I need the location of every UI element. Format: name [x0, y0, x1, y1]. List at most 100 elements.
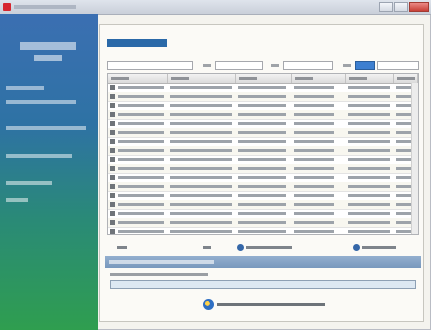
window-controls	[379, 2, 429, 12]
table-cell	[170, 185, 232, 188]
table-cell	[294, 104, 334, 107]
column-header-label	[295, 77, 313, 80]
table-cell	[118, 194, 164, 197]
page-indicator	[203, 241, 211, 253]
filter-field[interactable]	[283, 61, 333, 70]
table-cell	[294, 95, 334, 98]
table-cell	[118, 113, 164, 116]
table-cell	[348, 212, 390, 215]
table-cell	[294, 158, 334, 161]
sidebar-item[interactable]	[6, 154, 72, 158]
filter-label	[343, 64, 351, 67]
table-cell	[170, 176, 232, 179]
table-cell	[170, 203, 232, 206]
column-header[interactable]	[108, 74, 168, 83]
sidebar-item[interactable]	[6, 100, 76, 104]
column-header-label	[397, 77, 415, 80]
table-cell	[238, 185, 286, 188]
stage-title	[109, 260, 214, 264]
table-cell	[170, 158, 232, 161]
sidebar-item[interactable]	[6, 181, 52, 185]
table-cell	[238, 176, 286, 179]
table-cell	[294, 149, 334, 152]
close-button[interactable]	[409, 2, 429, 12]
row-marker-icon	[110, 211, 115, 216]
table-cell	[170, 113, 232, 116]
column-header[interactable]	[236, 74, 292, 83]
table-cell	[238, 221, 286, 224]
prev-page-button[interactable]	[117, 241, 127, 253]
row-marker-icon	[110, 121, 115, 126]
table-cell	[294, 131, 334, 134]
table-cell	[294, 230, 334, 233]
table-cell	[294, 185, 334, 188]
stage-header	[105, 256, 421, 268]
table-cell	[118, 212, 164, 215]
sidebar-item[interactable]	[6, 198, 28, 202]
column-header[interactable]	[394, 74, 418, 83]
table-cell	[118, 203, 164, 206]
sidebar-item[interactable]	[6, 86, 44, 90]
filter-field-active[interactable]	[355, 61, 375, 70]
filter-row	[107, 61, 419, 70]
table-cell	[238, 149, 286, 152]
table-cell	[238, 95, 286, 98]
row-marker-icon	[110, 112, 115, 117]
filter-field[interactable]	[215, 61, 263, 70]
table-cell	[118, 149, 164, 152]
row-marker-icon	[110, 94, 115, 99]
table-cell	[348, 167, 390, 170]
table-cell	[294, 86, 334, 89]
select-none-button[interactable]	[353, 241, 396, 253]
table-cell	[238, 131, 286, 134]
minimize-button[interactable]	[379, 2, 393, 12]
row-marker-icon	[110, 175, 115, 180]
column-header-label	[171, 77, 189, 80]
table-cell	[118, 86, 164, 89]
table-cell	[348, 104, 390, 107]
title-bar[interactable]	[0, 0, 431, 15]
start-button[interactable]	[203, 298, 333, 311]
check-circle-icon	[237, 243, 244, 251]
row-marker-icon	[110, 184, 115, 189]
table-cell	[170, 221, 232, 224]
sidebar	[0, 14, 98, 330]
table-cell	[294, 212, 334, 215]
row-marker-icon	[110, 193, 115, 198]
table-row[interactable]	[108, 227, 418, 234]
sidebar-item[interactable]	[6, 126, 86, 130]
filter-field[interactable]	[377, 61, 419, 70]
column-header[interactable]	[292, 74, 346, 83]
table-cell	[170, 212, 232, 215]
table-cell	[238, 140, 286, 143]
filter-field[interactable]	[107, 61, 193, 70]
filter-label	[271, 64, 279, 67]
table-cell	[238, 113, 286, 116]
run-icon	[203, 299, 214, 310]
table-cell	[238, 203, 286, 206]
column-header[interactable]	[168, 74, 236, 83]
table-cell	[348, 86, 390, 89]
select-all-button[interactable]	[237, 241, 292, 253]
table-cell	[170, 122, 232, 125]
app-window	[0, 0, 431, 330]
column-header[interactable]	[346, 74, 394, 83]
sidebar-subtitle	[34, 55, 62, 61]
maximize-button[interactable]	[394, 2, 408, 12]
table-cell	[348, 185, 390, 188]
table-cell	[348, 203, 390, 206]
table-cell	[118, 167, 164, 170]
row-marker-icon	[110, 148, 115, 153]
table-cell	[238, 212, 286, 215]
table-cell	[170, 230, 232, 233]
table-cell	[348, 122, 390, 125]
table-cell	[238, 158, 286, 161]
table-scrollbar[interactable]	[411, 83, 418, 234]
page-label	[203, 245, 211, 249]
table-cell	[348, 113, 390, 116]
column-header-label	[239, 77, 257, 80]
table-cell	[238, 194, 286, 197]
table-cell	[348, 149, 390, 152]
table-cell	[294, 221, 334, 224]
prev-page-label	[117, 245, 127, 249]
